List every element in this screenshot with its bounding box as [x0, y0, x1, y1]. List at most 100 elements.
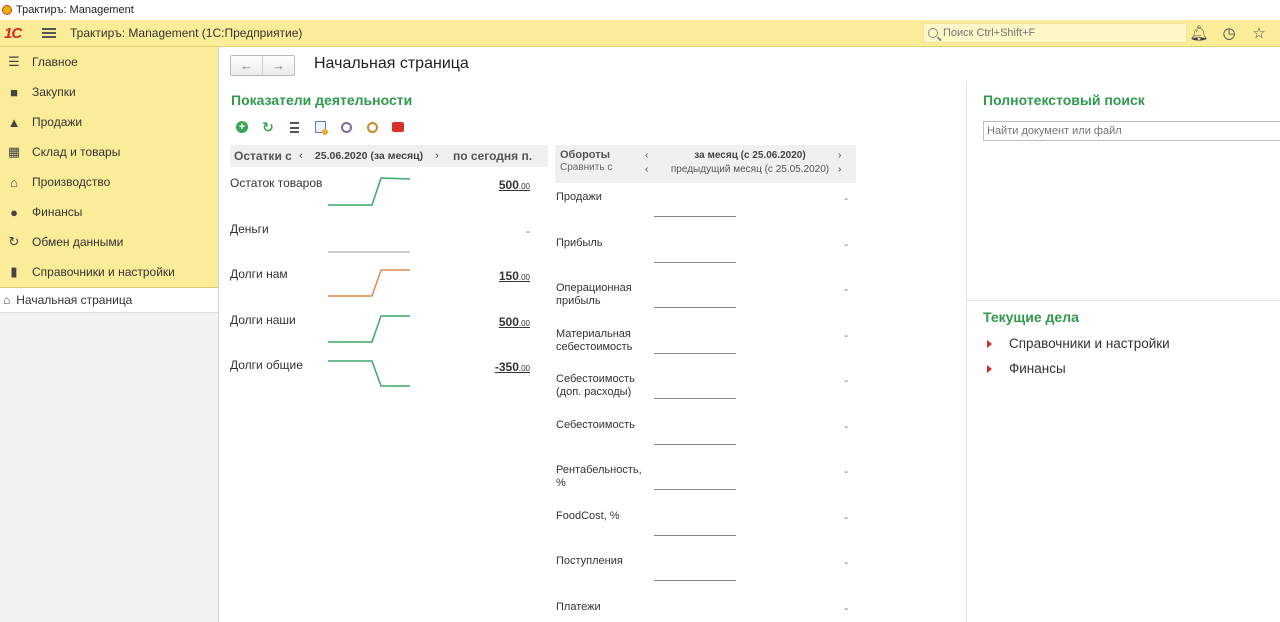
turnover-sparkline [654, 307, 736, 308]
turnover-header: Обороты Сравнить с ‹ за месяц (с 25.06.2… [555, 145, 856, 183]
app-title: Трактиръ: Management (1С:Предприятие) [70, 26, 303, 40]
fulltext-search-input[interactable] [984, 122, 1280, 140]
turnover-row: Рентабельность, % - [556, 464, 848, 490]
trend-sparkline [328, 177, 411, 206]
fulltext-search-field[interactable] [983, 121, 1280, 141]
menu-icon: ☰ [8, 54, 20, 69]
main-menu-icon[interactable] [42, 28, 56, 38]
search-icon [928, 28, 938, 38]
sidebar-item-production[interactable]: ⌂ Производство [0, 167, 218, 197]
trend-sparkline [328, 269, 410, 297]
remains-label: Остатки с [234, 149, 292, 163]
global-search[interactable] [923, 23, 1187, 43]
settings-icon[interactable] [336, 119, 356, 135]
history-icon[interactable]: ◷ [1214, 20, 1244, 46]
turnover-sparkline [654, 535, 736, 536]
sidebar-item-home[interactable]: ⌂ Начальная страница [0, 287, 218, 313]
remains-value[interactable]: 500.00 [499, 315, 530, 329]
remains-value: - [526, 224, 530, 238]
trend-sparkline [328, 315, 410, 343]
books-icon: ▮ [10, 264, 18, 279]
turnover-row: Прибыль - [556, 237, 848, 282]
compare-label: Сравнить с [560, 162, 613, 173]
app-icon [2, 5, 12, 15]
back-arrow-icon[interactable]: ← [231, 56, 263, 75]
next-compare-icon[interactable]: › [838, 164, 841, 175]
expand-triangle-icon [987, 339, 992, 348]
fulltext-search-title: Полнотекстовый поиск [983, 92, 1145, 108]
sidebar-item-sales[interactable]: ▲ Продажи [0, 107, 218, 137]
turnover-row: Продажи - [556, 191, 848, 236]
task-item[interactable]: Справочники и настройки [987, 336, 1170, 351]
prev-period-icon[interactable]: ‹ [645, 150, 648, 161]
home-icon: ⌂ [3, 293, 11, 307]
global-search-input[interactable] [943, 27, 1173, 39]
column-divider [966, 81, 967, 622]
forward-arrow-icon[interactable]: → [263, 56, 294, 75]
remains-today: по сегодня п. [453, 149, 533, 163]
turnover-row: Себестоимость (доп. расходы) - [556, 373, 848, 399]
sidebar-item-main[interactable]: ☰ Главное [0, 47, 218, 77]
settings-alt-icon[interactable] [362, 119, 382, 135]
turnover-row: Платежи - [556, 601, 848, 615]
prev-period-icon[interactable]: ‹ [293, 150, 309, 162]
remains-value[interactable]: 150.00 [499, 269, 530, 283]
turnover-sparkline [654, 216, 736, 217]
add-icon[interactable]: + [232, 119, 252, 135]
remains-row: Долги общие -350.00 [230, 358, 530, 404]
turnover-label: Обороты [560, 149, 611, 161]
sidebar-item-references[interactable]: ▮ Справочники и настройки [0, 257, 218, 287]
list-icon[interactable] [284, 119, 304, 135]
window-titlebar: Трактиръ: Management [0, 0, 1280, 20]
expand-triangle-icon [987, 364, 992, 373]
1c-logo-icon: 1С [4, 25, 22, 42]
kpi-toolbar: + ↻ [232, 119, 414, 135]
kpi-section-title: Показатели деятельности [231, 92, 413, 108]
sidebar: ☰ Главное ■ Закупки ▲ Продажи ▦ Склад и … [0, 47, 219, 622]
turnover-row: Поступления - [556, 555, 848, 600]
right-panel-divider [967, 300, 1280, 301]
sync-icon: ↻ [8, 234, 20, 249]
turnover-sparkline [654, 444, 736, 445]
turnover-row: FoodCost, % - [556, 510, 848, 555]
remains-row: Деньги - [230, 222, 530, 268]
warehouse-icon: ▦ [7, 144, 21, 159]
sidebar-sections: ☰ Главное ■ Закупки ▲ Продажи ▦ Склад и … [0, 47, 218, 287]
trend-sparkline [328, 360, 410, 387]
next-period-icon[interactable]: › [838, 150, 841, 161]
remains-row: Долги нам 150.00 [230, 267, 530, 313]
turnover-period[interactable]: за месяц (с 25.06.2020) [659, 150, 841, 161]
star-icon[interactable]: ☆ [1244, 20, 1274, 46]
video-icon[interactable] [388, 119, 408, 135]
remains-period[interactable]: 25.06.2020 (за месяц) [309, 150, 429, 162]
turnover-row: Операционная прибыль - [556, 282, 848, 308]
sidebar-item-warehouse[interactable]: ▦ Склад и товары [0, 137, 218, 167]
remains-value[interactable]: 500.00 [499, 178, 530, 192]
main-area: ← → Начальная страница Показатели деятел… [220, 47, 1280, 622]
sidebar-item-purchases[interactable]: ■ Закупки [0, 77, 218, 107]
next-period-icon[interactable]: › [429, 150, 445, 162]
remains-value[interactable]: -350.00 [495, 360, 530, 374]
app-header: 1С Трактиръ: Management (1С:Предприятие)… [0, 20, 1280, 47]
turnover-sparkline [654, 353, 736, 354]
turnover-sparkline [654, 580, 736, 581]
turnover-row: Материальная себестоимость - [556, 328, 848, 354]
sidebar-item-finance[interactable]: ● Финансы [0, 197, 218, 227]
refresh-icon[interactable]: ↻ [258, 119, 278, 135]
coin-icon: ● [10, 204, 18, 220]
sales-icon: ▲ [7, 114, 21, 130]
turnover-row: Себестоимость - [556, 419, 848, 464]
turnover-sparkline [654, 398, 736, 399]
remains-header: Остатки с ‹ 25.06.2020 (за месяц) › по с… [230, 145, 548, 167]
bell-icon[interactable]: 🔔︎ [1184, 20, 1214, 46]
compare-period[interactable]: предыдущий месяц (с 25.05.2020) [659, 164, 841, 175]
factory-icon: ⌂ [10, 174, 18, 190]
truck-icon: ■ [10, 84, 18, 100]
report-icon[interactable] [310, 119, 330, 135]
window-title: Трактиръ: Management [16, 4, 134, 16]
prev-compare-icon[interactable]: ‹ [645, 164, 648, 175]
task-item[interactable]: Финансы [987, 361, 1066, 376]
sidebar-item-data-exchange[interactable]: ↻ Обмен данными [0, 227, 218, 257]
trend-sparkline [328, 251, 410, 253]
turnover-sparkline [654, 489, 736, 490]
